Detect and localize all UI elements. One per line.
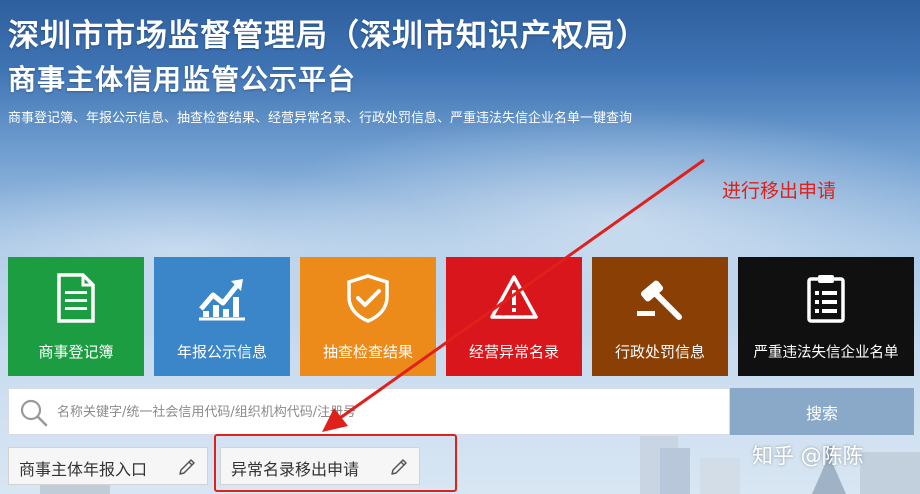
tile-label: 经营异常名录 [468, 343, 559, 361]
page-description: 商事登记簿、年报公示信息、抽查检查结果、经营异常名录、行政处罚信息、严重违法失信… [8, 111, 633, 126]
gavel-icon [637, 280, 682, 320]
tile-annual-report[interactable]: 年报公示信息 [154, 257, 290, 376]
page-title: 深圳市市场监督管理局（深圳市知识产权局） [8, 18, 648, 54]
tile-administrative-penalty[interactable]: 行政处罚信息 [592, 257, 728, 376]
search-bar [8, 388, 730, 435]
annotation-label: 进行移出申请 [722, 180, 837, 202]
tile-abnormal-list[interactable]: 经营异常名录 [446, 257, 582, 376]
warning-icon [490, 275, 538, 319]
tile-label: 商事登记簿 [38, 343, 114, 361]
watermark: 知乎 @陈陈 [752, 444, 864, 468]
tile-label: 年报公示信息 [176, 343, 267, 361]
trend-chart-icon [199, 279, 245, 321]
clipboard-icon [807, 275, 845, 323]
tile-label: 抽查检查结果 [322, 343, 413, 361]
tile-label: 严重违法失信企业名单 [753, 345, 899, 361]
search-icon [20, 399, 48, 427]
tile-label: 行政处罚信息 [614, 343, 705, 361]
tile-business-register[interactable]: 商事登记簿 [8, 257, 144, 376]
shield-check-icon [347, 274, 389, 323]
annual-report-entry-label: 商事主体年报入口 [19, 460, 148, 479]
search-input[interactable] [57, 395, 717, 429]
annotation-highlight-box [214, 434, 457, 492]
category-tiles: 商事登记簿 年报公示信息 抽查检查结果 经营异常名录 行政处罚信息 严重违法失信… [8, 257, 914, 376]
document-icon [57, 273, 95, 323]
annual-report-entry-button[interactable]: 商事主体年报入口 [8, 447, 208, 485]
tile-inspection-results[interactable]: 抽查检查结果 [300, 257, 436, 376]
search-button[interactable]: 搜索 [730, 388, 914, 435]
tile-serious-violation-list[interactable]: 严重违法失信企业名单 [738, 257, 914, 376]
pencil-icon [179, 459, 195, 475]
page-subtitle-title: 商事主体信用监管公示平台 [8, 63, 357, 96]
